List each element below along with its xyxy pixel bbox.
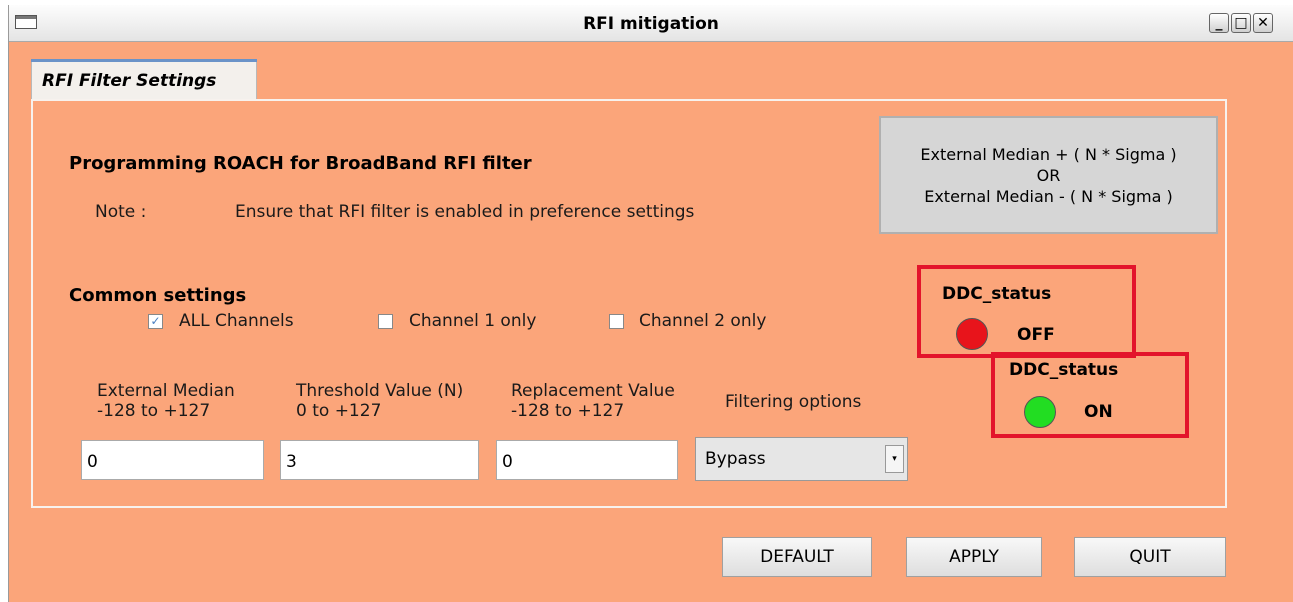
filtering-selected-value: Bypass	[705, 449, 766, 469]
ddc-status-off-title: DDC_status	[942, 284, 1052, 304]
replacement-input[interactable]: 0	[496, 440, 678, 480]
formula-line-1: External Median + ( N * Sigma )	[920, 144, 1177, 164]
minimize-icon[interactable]: _	[1209, 13, 1229, 33]
default-button[interactable]: DEFAULT	[722, 537, 872, 577]
channel-2-checkbox[interactable]	[609, 314, 624, 329]
replacement-range: -128 to +127	[511, 401, 625, 421]
threshold-label: Threshold Value (N)	[296, 381, 464, 401]
ddc-on-indicator-icon	[1024, 396, 1056, 428]
note-text: Ensure that RFI filter is enabled in pre…	[235, 202, 695, 222]
all-channels-checkbox[interactable]: ✓	[148, 314, 163, 329]
formula-line-2: OR	[1036, 165, 1061, 185]
median-sigma-formula-button[interactable]: External Median + ( N * Sigma ) OR Exter…	[879, 116, 1218, 234]
filtering-options-label: Filtering options	[725, 392, 862, 412]
channel-1-checkbox[interactable]	[378, 314, 393, 329]
window-title: RFI mitigation	[583, 14, 719, 34]
quit-button[interactable]: QUIT	[1074, 537, 1226, 577]
external-median-label: External Median	[97, 381, 235, 401]
ddc-status-on-value: ON	[1084, 402, 1113, 422]
channel-1-label: Channel 1 only	[409, 311, 537, 331]
ddc-status-off-value: OFF	[1017, 325, 1055, 345]
common-settings-title: Common settings	[69, 285, 247, 306]
title-bar: RFI mitigation _ □ ✕	[9, 5, 1293, 42]
maximize-icon[interactable]: □	[1231, 13, 1251, 33]
threshold-input[interactable]: 3	[280, 440, 479, 480]
threshold-range: 0 to +127	[296, 401, 382, 421]
channel-2-label: Channel 2 only	[639, 311, 767, 331]
external-median-range: -128 to +127	[97, 401, 211, 421]
close-icon[interactable]: ✕	[1253, 13, 1273, 33]
ddc-status-on-title: DDC_status	[1009, 360, 1119, 380]
filtering-options-select[interactable]: Bypass ▾	[695, 437, 908, 481]
note-label: Note :	[95, 202, 147, 222]
programming-title: Programming ROACH for BroadBand RFI filt…	[69, 153, 532, 174]
replacement-label: Replacement Value	[511, 381, 675, 401]
dropdown-arrow-icon[interactable]: ▾	[885, 445, 904, 473]
apply-button[interactable]: APPLY	[906, 537, 1042, 577]
rfi-mitigation-window: RFI mitigation _ □ ✕ RFI Filter Settings…	[8, 5, 1293, 602]
formula-line-3: External Median - ( N * Sigma )	[924, 186, 1173, 206]
ddc-off-indicator-icon	[956, 318, 988, 350]
tab-rfi-filter-settings[interactable]: RFI Filter Settings	[31, 59, 257, 101]
external-median-input[interactable]: 0	[81, 440, 264, 480]
all-channels-label: ALL Channels	[179, 311, 294, 331]
